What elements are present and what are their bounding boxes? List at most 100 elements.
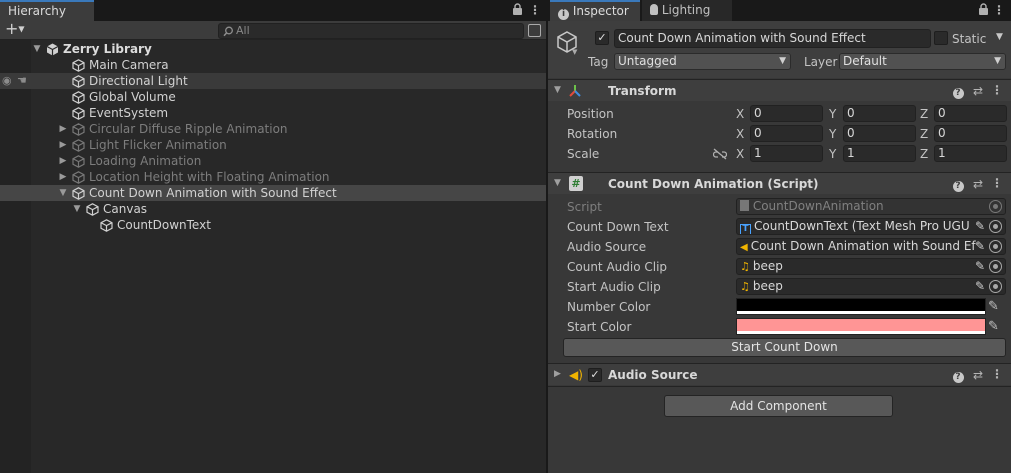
object-picker-icon[interactable] (989, 260, 1002, 273)
axis-z-label[interactable]: Z (920, 106, 928, 122)
visibility-eye-icon[interactable]: ◉ (2, 73, 12, 89)
gameobject-icon (72, 155, 85, 168)
object-picker-icon[interactable] (989, 280, 1002, 293)
collapse-arrow-icon[interactable]: ▶ (58, 121, 68, 137)
preset-icon[interactable]: ⇄ (971, 177, 985, 191)
scene-visibility-icon[interactable] (528, 24, 541, 37)
static-checkbox[interactable] (934, 31, 948, 45)
eyedropper-icon[interactable]: ✎ (988, 299, 999, 314)
lock-icon[interactable] (976, 3, 990, 17)
transform-rotation-y-field[interactable]: 0 (843, 125, 916, 142)
expand-arrow-icon[interactable]: ▼ (32, 41, 42, 57)
axis-x-label[interactable]: X (736, 106, 744, 122)
transform-header[interactable]: ▼ Transform ? ⇄ ⋮ (548, 79, 1011, 101)
eyedropper-icon[interactable]: ✎ (988, 319, 999, 334)
layer-value: Default (843, 54, 887, 68)
hierarchy-item[interactable]: ▶ Location Height with Floating Animation (0, 169, 546, 185)
static-dropdown-icon[interactable]: ▼ (996, 32, 1003, 42)
more-options-icon[interactable]: ⋮ (990, 367, 1004, 381)
help-icon[interactable]: ? (951, 177, 965, 192)
transform-rotation-z-field[interactable]: 0 (934, 125, 1007, 142)
edit-pencil-icon[interactable]: ✎ (975, 279, 985, 294)
active-checkbox[interactable]: ✓ (595, 31, 609, 45)
transform-position-z-field[interactable]: 0 (934, 105, 1007, 122)
tag-value: Untagged (618, 54, 677, 68)
tab-lighting[interactable]: Lighting (642, 0, 732, 21)
object-reference-field[interactable]: T CountDownText (Text Mesh Pro UGU ✎ (736, 218, 1006, 235)
hierarchy-item[interactable]: ▼ Canvas (0, 201, 546, 217)
object-name-field[interactable]: Count Down Animation with Sound Effect (614, 29, 931, 48)
hierarchy-item[interactable]: ▶ Loading Animation (0, 153, 546, 169)
chevron-down-icon[interactable]: ▼ (572, 48, 577, 56)
start-color-field[interactable] (736, 318, 986, 335)
object-reference-field[interactable]: ◀ Count Down Animation with Sound Ef ✎ (736, 238, 1006, 255)
axis-x-label[interactable]: X (736, 126, 744, 142)
hierarchy-item[interactable]: ▶ Circular Diffuse Ripple Animation (0, 121, 546, 137)
number-color-field[interactable] (736, 298, 986, 315)
hierarchy-item[interactable]: ▶ Light Flicker Animation (0, 137, 546, 153)
add-button[interactable]: +▼ (5, 20, 25, 39)
object-reference-field[interactable]: ♫ beep ✎ (736, 258, 1006, 275)
more-options-icon[interactable]: ⋮ (992, 3, 1006, 17)
hierarchy-item[interactable]: ▼ Zerry Library (0, 41, 546, 57)
start-count-down-button[interactable]: Start Count Down (563, 338, 1006, 357)
transform-position-x-field[interactable]: 0 (750, 105, 823, 122)
axis-z-label[interactable]: Z (920, 126, 928, 142)
edit-pencil-icon[interactable]: ✎ (975, 239, 985, 254)
pickable-hand-icon[interactable]: ☚ (17, 73, 27, 89)
static-label: Static (952, 32, 987, 46)
audio-source-enabled-checkbox[interactable]: ✓ (588, 368, 602, 382)
hierarchy-item[interactable]: ▼ Count Down Animation with Sound Effect (0, 185, 546, 201)
object-reference-value: beep (752, 259, 783, 273)
object-picker-icon[interactable] (989, 220, 1002, 233)
audio-source-header[interactable]: ▶ ◀) ✓ Audio Source ? ⇄ ⋮ (548, 363, 1011, 385)
collapse-arrow-icon[interactable]: ▶ (58, 137, 68, 153)
axis-x-label[interactable]: X (736, 146, 744, 162)
expand-triangle-icon[interactable]: ▼ (554, 85, 561, 95)
tab-inspector[interactable]: i Inspector (550, 0, 640, 21)
edit-pencil-icon[interactable]: ✎ (975, 259, 985, 274)
add-component-button[interactable]: Add Component (664, 395, 893, 417)
preset-icon[interactable]: ⇄ (971, 84, 985, 98)
collapse-arrow-icon[interactable]: ▶ (58, 153, 68, 169)
layer-dropdown[interactable]: Default ▼ (839, 53, 1006, 70)
script-field-label: Audio Source (567, 240, 647, 254)
expand-arrow-icon[interactable]: ▼ (72, 201, 82, 217)
axis-y-label[interactable]: Y (829, 126, 836, 142)
constrain-proportions-icon[interactable] (713, 148, 727, 160)
expand-triangle-icon[interactable]: ▶ (554, 369, 561, 379)
transform-position-y-field[interactable]: 0 (843, 105, 916, 122)
lock-icon[interactable] (510, 3, 524, 17)
edit-pencil-icon[interactable]: ✎ (975, 219, 985, 234)
hierarchy-item-label: Count Down Animation with Sound Effect (89, 186, 337, 200)
hierarchy-item[interactable]: CountDownText (0, 217, 546, 233)
search-input[interactable]: All (218, 23, 524, 39)
expand-arrow-icon[interactable]: ▼ (58, 185, 68, 201)
number-color-label: Number Color (567, 300, 651, 314)
tab-hierarchy[interactable]: Hierarchy (0, 0, 94, 21)
more-options-icon[interactable]: ⋮ (990, 176, 1004, 190)
hierarchy-item[interactable]: EventSystem (0, 105, 546, 121)
hierarchy-item[interactable]: Directional Light ◉ ☚ (0, 73, 546, 89)
hierarchy-item[interactable]: Global Volume (0, 89, 546, 105)
alpha-bar (737, 311, 985, 314)
transform-rotation-x-field[interactable]: 0 (750, 125, 823, 142)
collapse-arrow-icon[interactable]: ▶ (58, 169, 68, 185)
axis-y-label[interactable]: Y (829, 146, 836, 162)
transform-scale-z-field[interactable]: 1 (934, 145, 1007, 162)
tag-dropdown[interactable]: Untagged ▼ (614, 53, 791, 70)
more-options-icon[interactable]: ⋮ (528, 3, 542, 17)
expand-triangle-icon[interactable]: ▼ (554, 178, 561, 188)
preset-icon[interactable]: ⇄ (971, 368, 985, 382)
help-icon[interactable]: ? (951, 368, 965, 383)
axis-z-label[interactable]: Z (920, 146, 928, 162)
object-picker-icon[interactable] (989, 240, 1002, 253)
help-icon[interactable]: ? (951, 84, 965, 99)
more-options-icon[interactable]: ⋮ (990, 83, 1004, 97)
hierarchy-item[interactable]: Main Camera (0, 57, 546, 73)
transform-scale-x-field[interactable]: 1 (750, 145, 823, 162)
axis-y-label[interactable]: Y (829, 106, 836, 122)
transform-scale-y-field[interactable]: 1 (843, 145, 916, 162)
script-component-header[interactable]: ▼ # Count Down Animation (Script) ? ⇄ ⋮ (548, 172, 1011, 194)
object-reference-field[interactable]: ♫ beep ✎ (736, 278, 1006, 295)
